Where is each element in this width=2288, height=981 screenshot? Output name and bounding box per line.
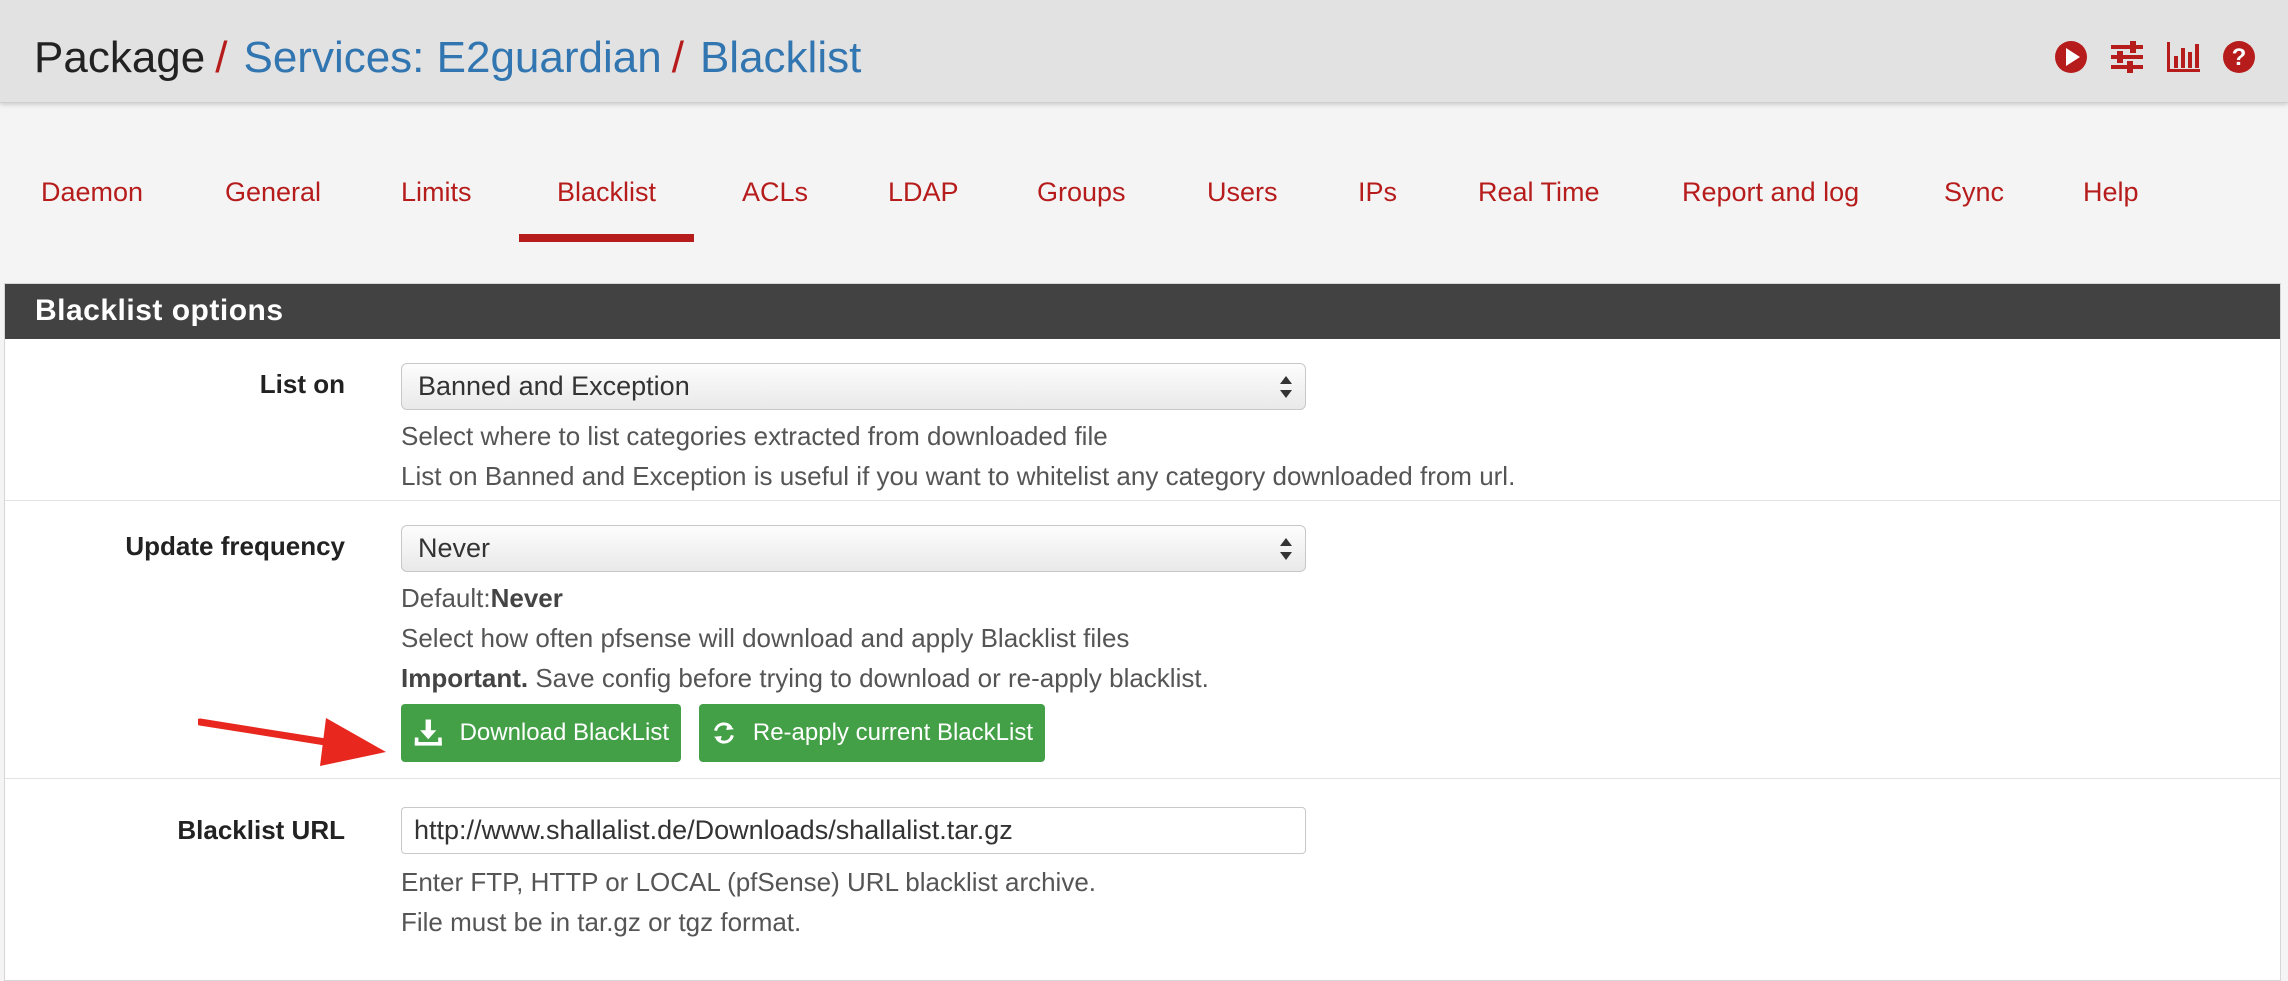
tab-ldap[interactable]: LDAP <box>888 170 959 242</box>
blacklist-url-row: Blacklist URL http://www.shallalist.de/D… <box>5 779 2280 969</box>
important-label: Important. <box>401 663 529 693</box>
tab-acls[interactable]: ACLs <box>742 170 808 242</box>
update-frequency-label: Update frequency <box>125 531 345 561</box>
default-value: Never <box>490 583 563 613</box>
tab-users[interactable]: Users <box>1207 170 1278 242</box>
breadcrumb-separator: / <box>671 33 684 82</box>
list-on-row: List on Banned and Exception Select wher… <box>5 339 2280 501</box>
blacklist-options-panel: Blacklist options List on Banned and Exc… <box>4 283 2281 981</box>
update-frequency-help: Select how often pfsense will download a… <box>401 623 1130 653</box>
tab-sync[interactable]: Sync <box>1944 170 2004 242</box>
tab-report-and-log[interactable]: Report and log <box>1682 170 1859 242</box>
help-circle-icon[interactable]: ? <box>2220 38 2258 76</box>
tab-bar: Daemon General Limits Blacklist ACLs LDA… <box>0 170 2288 242</box>
update-frequency-default: Default:Never <box>401 578 1601 618</box>
tab-blacklist[interactable]: Blacklist <box>518 170 695 242</box>
blacklist-url-label: Blacklist URL <box>177 815 345 845</box>
select-arrows-icon <box>1280 538 1292 560</box>
select-arrows-icon <box>1280 376 1292 398</box>
play-circle-icon[interactable] <box>2052 38 2090 76</box>
panel-title: Blacklist options <box>5 284 2280 339</box>
list-on-select[interactable]: Banned and Exception <box>401 363 1306 410</box>
reapply-blacklist-label: Re-apply current BlackList <box>752 719 1033 746</box>
reapply-blacklist-button[interactable]: Re-apply current BlackList <box>699 704 1045 762</box>
list-on-label: List on <box>259 369 345 399</box>
page-header: Package / Services: E2guardian / Blacklist ? <box>0 0 2288 103</box>
tab-groups[interactable]: Groups <box>1037 170 1126 242</box>
breadcrumb-blacklist-link[interactable]: Blacklist <box>700 33 861 82</box>
sliders-icon[interactable] <box>2108 38 2146 76</box>
download-blacklist-button[interactable]: Download BlackList <box>401 704 681 762</box>
tab-ips[interactable]: IPs <box>1358 170 1397 242</box>
list-on-help-2: List on Banned and Exception is useful i… <box>401 461 1516 491</box>
download-icon <box>414 719 442 746</box>
tab-limits[interactable]: Limits <box>401 170 472 242</box>
update-frequency-select[interactable]: Never <box>401 525 1306 572</box>
refresh-icon <box>714 722 734 744</box>
bar-chart-icon[interactable] <box>2164 38 2202 76</box>
svg-text:?: ? <box>2232 44 2247 71</box>
blacklist-url-input[interactable]: http://www.shallalist.de/Downloads/shall… <box>401 807 1306 854</box>
list-on-help-1: Select where to list categories extracte… <box>401 421 1108 451</box>
breadcrumb-separator: / <box>215 33 228 82</box>
annotation-arrow-icon <box>198 718 386 766</box>
default-prefix: Default: <box>401 583 491 613</box>
blacklist-url-help-2: File must be in tar.gz or tgz format. <box>401 907 802 937</box>
update-frequency-selected-value: Never <box>418 533 491 563</box>
list-on-selected-value: Banned and Exception <box>418 371 690 401</box>
blacklist-url-help-1: Enter FTP, HTTP or LOCAL (pfSense) URL b… <box>401 867 1097 897</box>
important-text: Save config before trying to download or… <box>528 663 1209 693</box>
tab-real-time[interactable]: Real Time <box>1478 170 1600 242</box>
breadcrumb-service-link[interactable]: Services: E2guardian <box>243 33 661 82</box>
tab-general[interactable]: General <box>225 170 321 242</box>
tab-help[interactable]: Help <box>2083 170 2139 242</box>
download-blacklist-label: Download BlackList <box>459 719 669 746</box>
tab-daemon[interactable]: Daemon <box>41 170 143 242</box>
breadcrumb-package: Package <box>34 33 206 82</box>
breadcrumb: Package / Services: E2guardian / Blacklist <box>34 30 861 86</box>
update-frequency-important: Important. Save config before trying to … <box>401 658 1601 698</box>
